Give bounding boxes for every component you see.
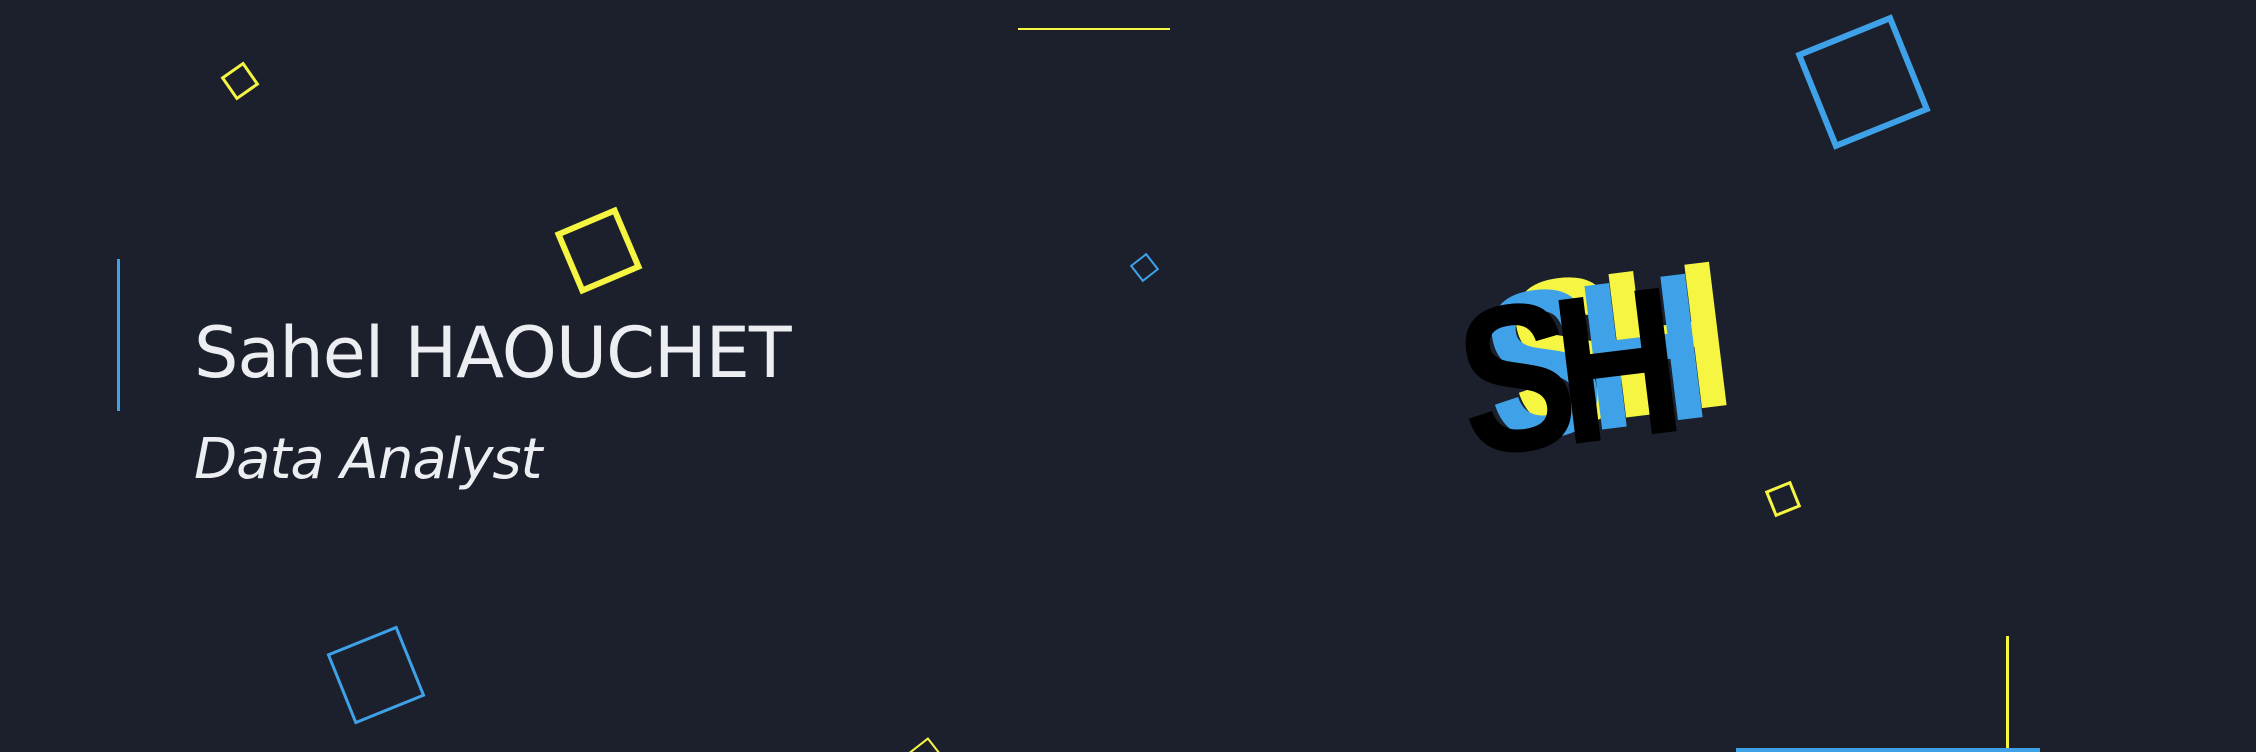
decor-line-bottom: [1736, 748, 2040, 752]
decor-square-yellow: [554, 206, 643, 295]
accent-bar: [117, 259, 120, 411]
decor-line-vertical: [2006, 636, 2009, 752]
decor-square-tiny-blue: [1129, 252, 1160, 283]
profile-role: Data Analyst: [194, 427, 542, 492]
logo: SH SH SH: [1445, 217, 1825, 545]
profile-name: Sahel HAOUCHET: [194, 312, 792, 394]
decor-square-small-yellow: [220, 61, 260, 101]
decor-square-medium-blue: [326, 625, 426, 725]
decor-square-partial-yellow: [909, 737, 943, 752]
banner: Sahel HAOUCHET Data Analyst SH SH SH: [0, 0, 2256, 752]
decor-line-top: [1018, 28, 1170, 30]
logo-layer-black: SH: [1445, 243, 1676, 502]
decor-square-large-blue: [1795, 14, 1931, 150]
